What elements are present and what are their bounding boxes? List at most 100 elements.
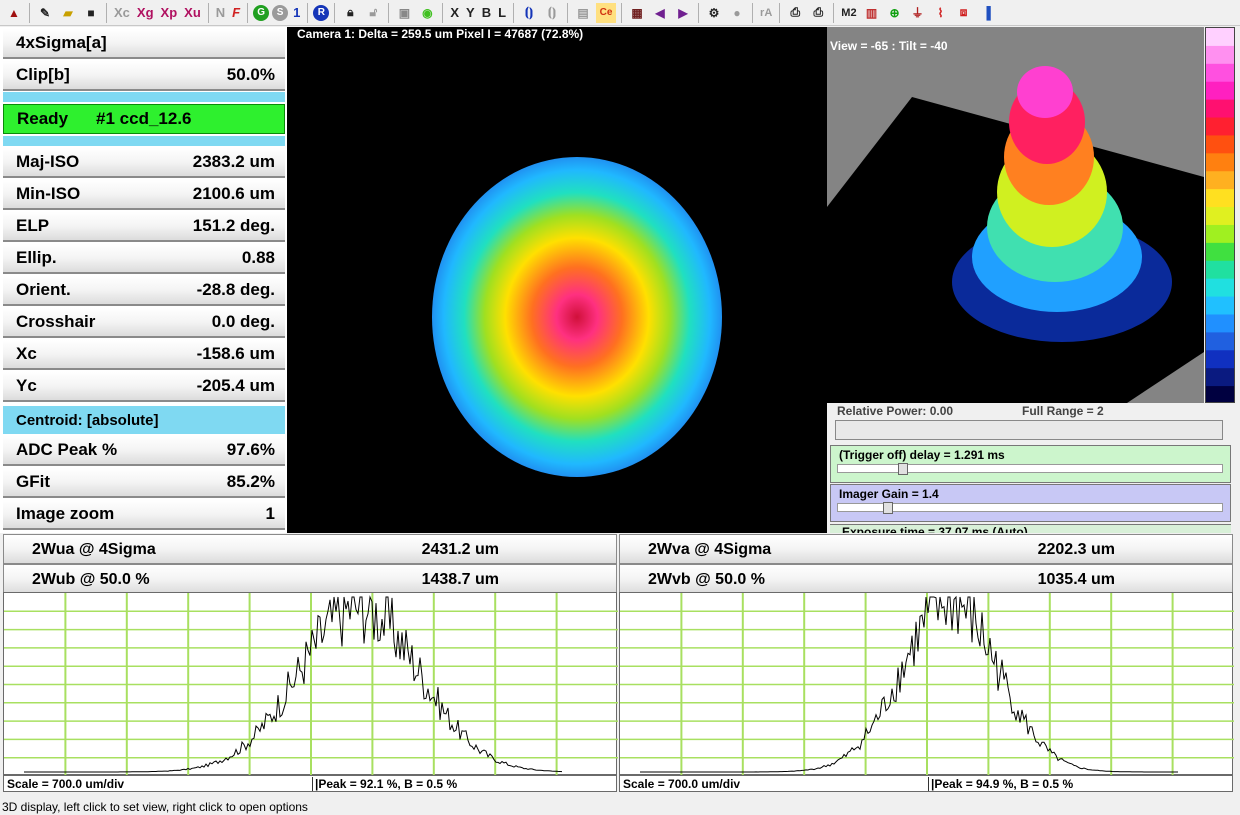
toolbar-separator [247,2,249,23]
row-clip[interactable]: Clip[b] 50.0% [3,61,285,91]
crosshair-icon[interactable]: ⊕ [885,3,905,23]
width-wub[interactable]: 2Wub @ 50.0 % 1438.7 um [3,564,617,594]
bracket-icon[interactable]: ⦗⦘ [519,3,539,23]
row-crosshair[interactable]: Crosshair 0.0 deg. [3,308,285,338]
filter-icon[interactable]: ⧈ [954,3,974,23]
n-button[interactable]: N [214,3,227,23]
m2-button[interactable]: M2 [839,3,858,23]
record-icon[interactable]: ● [727,3,747,23]
one-button[interactable]: 1 [291,3,302,23]
profile-v-scale: Scale = 700.0 um/div [623,777,741,791]
chart-icon[interactable]: ▥ [862,3,882,23]
grid-icon[interactable]: ▦ [627,3,647,23]
bars-icon[interactable]: ▐ [977,3,997,23]
weight-icon[interactable]: ⏚ [908,3,928,23]
width-wvb[interactable]: 2Wvb @ 50.0 % 1035.4 um [619,564,1233,594]
row-label: Clip[b] [16,65,70,84]
row-adc-peak[interactable]: ADC Peak % 97.6% [3,436,285,466]
slider-track[interactable] [837,502,1223,514]
green-g-icon[interactable]: G [253,4,270,21]
row-label: Yc [16,376,37,395]
profile-v[interactable] [619,592,1234,776]
row-maj-iso[interactable]: Maj-ISO 2383.2 um [3,148,285,178]
slider-thumb[interactable] [897,463,908,475]
toolbar-separator [698,2,700,23]
color-scale-band [1206,189,1234,208]
grey-s-icon[interactable]: S [272,4,289,21]
row-yc[interactable]: Yc -205.4 um [3,372,285,402]
row-gfit[interactable]: GFit 85.2% [3,468,285,498]
x-button[interactable]: X [448,3,461,23]
f-button[interactable]: F [230,3,242,23]
trigger-delay-slider[interactable]: (Trigger off) delay = 1.291 ms [830,445,1231,483]
exposure-time-label[interactable]: Exposure time = 37.07 ms (Auto) [830,524,1231,533]
width-label: 2Wvb @ 50.0 % [648,571,765,588]
ready-status[interactable]: Ready #1 ccd_12.6 [3,104,285,134]
camera-view[interactable]: Camera 1: Delta = 259.5 um Pixel I = 476… [287,27,827,533]
arrow-left-icon[interactable]: ◀ [650,3,670,23]
full-range-label: Full Range = 2 [1022,404,1104,418]
width-wua[interactable]: 2Wua @ 4Sigma 2431.2 um [3,534,617,564]
print-icon[interactable]: ⎙ [785,3,805,23]
thermometer-icon[interactable]: ⌇ [931,3,951,23]
profile-u-scale: Scale = 700.0 um/div [7,777,125,791]
ce-icon[interactable]: Ce [596,2,617,23]
row-image-zoom[interactable]: Image zoom 1 [3,500,285,530]
color-scale-band [1206,117,1234,136]
toolbar-separator [207,2,209,23]
up-arrow-icon[interactable]: ▲ [4,3,24,23]
row-xc[interactable]: Xc -158.6 um [3,340,285,370]
color-scale [1206,28,1234,402]
3d-view[interactable]: View = -65 : Tilt = -40 [827,27,1204,403]
color-scale-band [1206,224,1234,244]
folder-open-icon[interactable]: ▰ [58,3,78,23]
cyan-divider [3,92,285,102]
camera-settings-icon[interactable]: ⚙ [704,3,724,23]
slider-track[interactable] [837,463,1223,475]
xg-button[interactable]: Xg [135,3,156,23]
bracket-grey-icon[interactable]: ⦗⦘ [542,3,562,23]
color-scale-band [1206,368,1234,387]
slider-thumb[interactable] [882,502,893,514]
toolbar-separator [307,2,309,23]
width-value: 1438.7 um [421,571,499,588]
y-button[interactable]: Y [464,3,477,23]
row-label: Ellip. [16,248,57,267]
film-icon[interactable]: ▤ [573,3,593,23]
row-min-iso[interactable]: Min-ISO 2100.6 um [3,180,285,210]
pencil-icon[interactable]: ✎ [35,3,55,23]
beam-icon[interactable]: ◉ [417,3,437,23]
toolbar: ▲ ✎ ▰ ■ Xc Xg Xp Xu N F G S 1 R 🔒︎ 🔓︎ ▣ … [0,0,1240,26]
xu-button[interactable]: Xu [182,3,203,23]
lock-icon[interactable]: 🔒︎ [340,3,360,23]
width-wva[interactable]: 2Wva @ 4Sigma 2202.3 um [619,534,1233,564]
xc-button[interactable]: Xc [112,3,132,23]
row-value: 0.88 [241,248,275,267]
profile-v-plot [620,593,1234,776]
centroid-mode[interactable]: Centroid: [absolute] [3,406,285,434]
b-button[interactable]: B [480,3,493,23]
profile-u[interactable] [3,592,618,776]
color-scale-band [1206,314,1234,333]
blue-r-icon[interactable]: R [313,4,330,21]
row-label: Xc [16,344,37,363]
imager-gain-slider[interactable]: Imager Gain = 1.4 [830,484,1231,522]
print-setup-icon[interactable]: ⎙ [808,3,828,23]
arrow-right-icon[interactable]: ▶ [673,3,693,23]
row-value: 2383.2 um [192,152,275,171]
row-4xsigma[interactable]: 4xSigma[a] [3,29,285,59]
toolbar-separator [567,2,569,23]
row-ellip[interactable]: Ellip. 0.88 [3,244,285,274]
unlock-icon[interactable]: 🔓︎ [363,3,383,23]
row-orient[interactable]: Orient. -28.8 deg. [3,276,285,306]
toolbar-separator [621,2,623,23]
square-icon[interactable]: ▣ [394,3,414,23]
save-icon[interactable]: ■ [81,3,101,23]
width-value: 2202.3 um [1037,541,1115,558]
row-elp[interactable]: ELP 151.2 deg. [3,212,285,242]
xp-button[interactable]: Xp [159,3,180,23]
ra-button[interactable]: rA [758,3,774,23]
l-button[interactable]: L [496,3,508,23]
row-label: Crosshair [16,312,96,331]
width-label: 2Wva @ 4Sigma [648,541,772,558]
